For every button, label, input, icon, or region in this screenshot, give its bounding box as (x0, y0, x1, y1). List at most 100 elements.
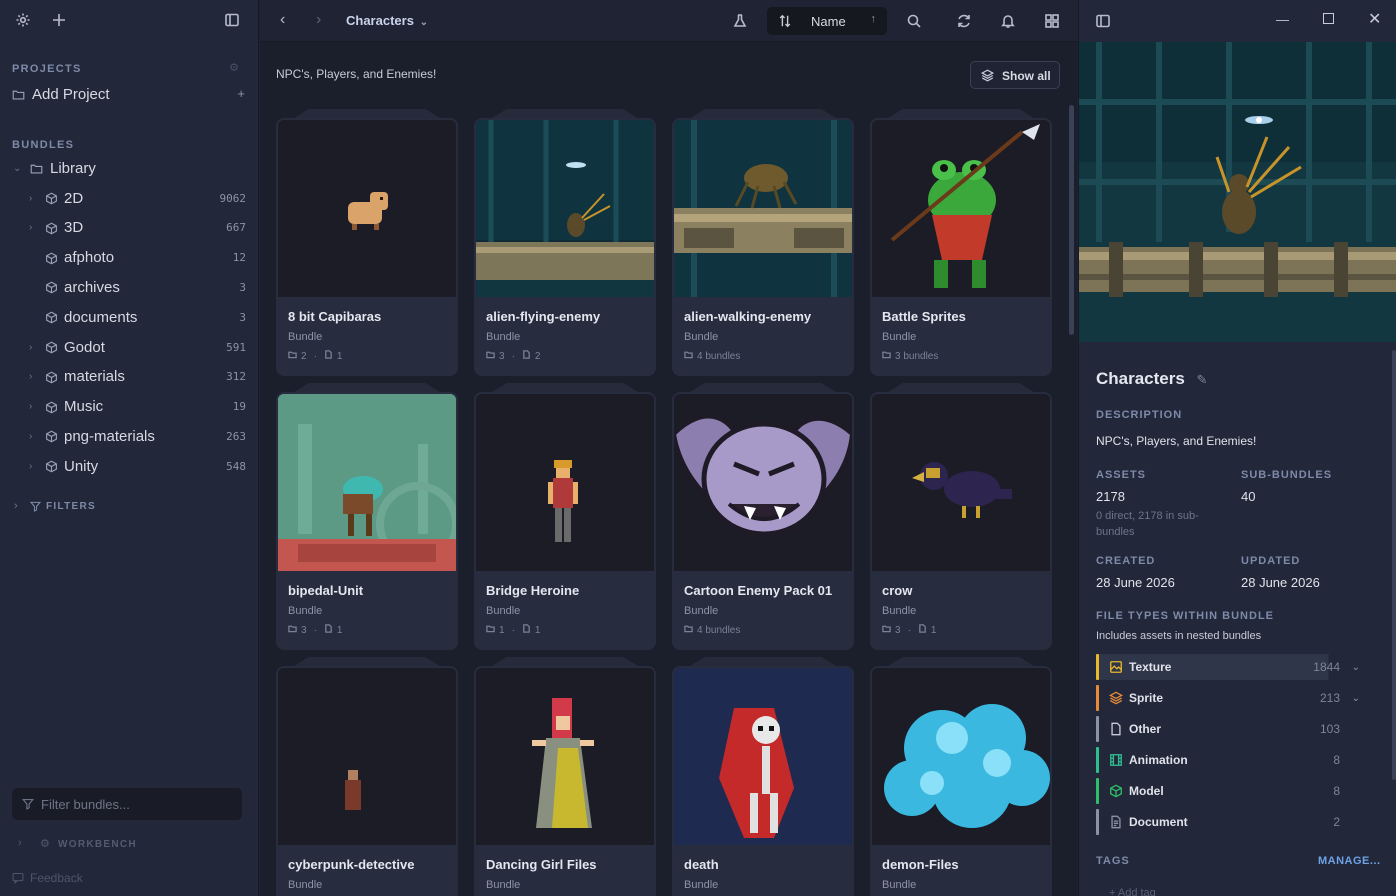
sidebar-item-count: 19 (232, 400, 246, 414)
grid-view-icon[interactable] (1041, 10, 1063, 32)
chevron-down-icon[interactable]: ⌄ (13, 163, 23, 174)
filetype-row-model[interactable]: Model 8 (1096, 778, 1360, 804)
bundle-card[interactable]: alien-walking-enemy Bundle 4 bundles (672, 118, 854, 376)
add-project-button[interactable]: Add Project + (12, 85, 248, 105)
bundle-card[interactable]: Battle Sprites Bundle 3 bundles (870, 118, 1052, 376)
bundle-card[interactable]: death Bundle (672, 666, 854, 896)
files-count: 1 (336, 624, 343, 636)
filetype-row-animation[interactable]: Animation 8 (1096, 747, 1360, 773)
projects-label: PROJECTS (12, 63, 82, 75)
filetype-row-texture[interactable]: Texture 1844 ⌄ (1096, 654, 1360, 680)
bundle-kind: Bundle (486, 331, 521, 343)
meta-separator: · (511, 624, 515, 636)
sidebar-item-unity[interactable]: › Unity 548 (0, 451, 258, 481)
chevron-right-icon[interactable]: › (29, 461, 39, 472)
sidebar-item-archives[interactable]: archives 3 (0, 272, 258, 302)
sidebar-item-2d[interactable]: › 2D 9062 (0, 183, 258, 213)
filetype-row-other[interactable]: Other 103 (1096, 716, 1360, 742)
bundle-card[interactable]: Bridge Heroine Bundle 1 · 1 (474, 392, 656, 650)
back-icon[interactable]: ‹ (280, 11, 285, 29)
show-all-button[interactable]: Show all (970, 61, 1060, 89)
breadcrumb[interactable]: Characters ⌄ (346, 13, 428, 28)
bundles-count: 3 bundles (895, 350, 939, 362)
bundle-card[interactable]: alien-flying-enemy Bundle 3 · 2 (474, 118, 656, 376)
model-icon (1109, 784, 1123, 798)
add-tag-button[interactable]: + Add tag (1109, 887, 1156, 896)
filetype-color-bar (1096, 747, 1099, 773)
bundle-thumbnail (278, 668, 456, 845)
details-title-row: Characters ✎ (1096, 369, 1207, 389)
bundle-kind: Bundle (486, 605, 521, 617)
workbench-toggle[interactable]: › ⚙ WORKBENCH (18, 837, 218, 852)
filetype-count: 103 (1319, 722, 1340, 736)
sort-control[interactable]: Name ↑ (767, 7, 887, 35)
bundle-thumbnail (476, 120, 654, 297)
sidebar-item-3d[interactable]: › 3D 667 (0, 213, 258, 243)
preview-art (1079, 42, 1396, 342)
tree-item-library[interactable]: ⌄ Library (0, 153, 258, 183)
filetype-row-document[interactable]: Document 2 (1096, 809, 1360, 835)
forward-icon[interactable]: › (316, 11, 321, 29)
refresh-icon[interactable] (953, 10, 975, 32)
bundle-thumbnail (674, 668, 852, 845)
chevron-right-icon[interactable]: › (29, 431, 39, 442)
sidebar-item-materials[interactable]: › materials 312 (0, 362, 258, 392)
bundles-count: 4 bundles (697, 350, 741, 362)
filter-bundles-input[interactable]: Filter bundles... (12, 788, 242, 820)
chevron-right-icon[interactable]: › (29, 222, 39, 233)
collapse-sidebar-icon[interactable] (221, 9, 243, 31)
close-icon[interactable]: ✕ (1368, 9, 1381, 29)
sidebar-item-afphoto[interactable]: afphoto 12 (0, 243, 258, 273)
description-text: NPC's, Players, and Enemies! (1096, 434, 1257, 448)
details-panel: — ✕ Characters ✎ DESCRIPTION NPC's, Play… (1078, 0, 1396, 896)
chevron-right-icon[interactable]: › (29, 401, 39, 412)
bundle-card[interactable]: demon-Files Bundle (870, 666, 1052, 896)
bundle-kind: Bundle (288, 879, 323, 891)
chevron-down-icon[interactable]: ⌄ (1352, 693, 1360, 704)
settings-gear-icon[interactable] (12, 9, 34, 31)
bundle-kind: Bundle (684, 331, 719, 343)
filters-toggle[interactable]: › FILTERS (14, 500, 214, 516)
feedback-button[interactable]: Feedback (12, 870, 132, 886)
chevron-right-icon[interactable]: › (29, 342, 39, 353)
bundle-card[interactable]: cyberpunk-detective Bundle (276, 666, 458, 896)
search-icon[interactable] (903, 10, 925, 32)
scrollbar-thumb[interactable] (1069, 105, 1074, 335)
sort-label: Name (811, 14, 846, 29)
toggle-panel-icon[interactable] (1092, 10, 1114, 32)
edit-pencil-icon[interactable]: ✎ (1196, 372, 1207, 387)
add-project-plus-icon[interactable]: + (237, 86, 245, 101)
bundle-card[interactable]: bipedal-Unit Bundle 3 · 1 (276, 392, 458, 650)
minimize-icon[interactable]: — (1276, 12, 1289, 27)
updated-label: UPDATED (1241, 555, 1301, 567)
sidebar-item-godot[interactable]: › Godot 591 (0, 332, 258, 362)
sidebar-item-png-materials[interactable]: › png-materials 263 (0, 421, 258, 451)
file-icon (918, 624, 927, 636)
maximize-icon[interactable] (1323, 13, 1334, 24)
add-icon[interactable] (48, 9, 70, 31)
filetype-row-sprite[interactable]: Sprite 213 ⌄ (1096, 685, 1360, 711)
sort-direction-icon[interactable]: ↑ (871, 13, 877, 25)
bundles-label: BUNDLES (12, 139, 75, 151)
filter-bundles-placeholder: Filter bundles... (41, 797, 130, 812)
bundle-kind: Bundle (882, 879, 917, 891)
sidebar-item-documents[interactable]: documents 3 (0, 302, 258, 332)
manage-tags-button[interactable]: MANAGE... (1318, 855, 1381, 867)
flask-icon[interactable] (729, 10, 751, 32)
details-scrollbar-thumb[interactable] (1392, 350, 1396, 780)
bell-icon[interactable] (997, 10, 1019, 32)
chevron-right-icon[interactable]: › (29, 193, 39, 204)
bundle-card[interactable]: Dancing Girl Files Bundle (474, 666, 656, 896)
bundle-card[interactable]: crow Bundle 3 · 1 (870, 392, 1052, 650)
add-project-label: Add Project (32, 86, 110, 103)
bundles-folder-icon (486, 624, 495, 636)
bundle-card[interactable]: 8 bit Capibaras Bundle 2 · 1 (276, 118, 458, 376)
chevron-right-icon[interactable]: › (29, 371, 39, 382)
sprite-icon (1108, 691, 1124, 705)
bundle-title: Cartoon Enemy Pack 01 (684, 583, 833, 598)
projects-settings-icon[interactable]: ⚙ (229, 61, 239, 74)
chevron-down-icon[interactable]: ⌄ (1352, 662, 1360, 673)
bundle-card[interactable]: Cartoon Enemy Pack 01 Bundle 4 bundles (672, 392, 854, 650)
sidebar-item-label: Music (64, 398, 104, 416)
sidebar-item-music[interactable]: › Music 19 (0, 392, 258, 422)
